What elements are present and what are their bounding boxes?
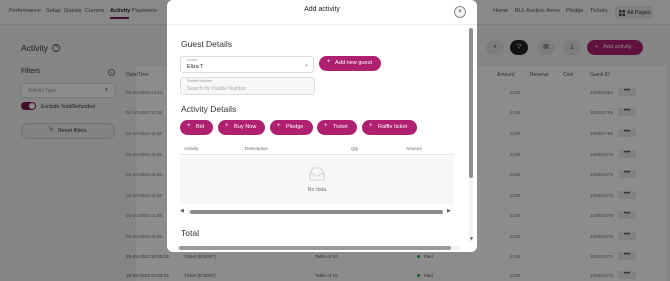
ticket-label: Ticket <box>333 124 348 130</box>
add-ticket-button[interactable]: + Ticket <box>317 120 357 135</box>
plus-icon: + <box>225 123 229 129</box>
add-pledge-button[interactable]: + Pledge <box>270 120 313 135</box>
plus-icon: + <box>369 123 373 129</box>
table-scrollbar-thumb[interactable] <box>190 210 443 214</box>
pledge-label: Pledge <box>286 124 304 130</box>
modal-title: Add activity <box>304 6 340 13</box>
add-raffle-ticket-button[interactable]: + Raffle ticket <box>362 120 417 135</box>
total-heading: Total <box>181 228 199 238</box>
plus-icon: + <box>187 123 191 129</box>
paddle-field-label: Paddle Number <box>187 79 212 83</box>
paddle-number-field[interactable]: Paddle Number Search for Paddle Number <box>180 77 315 95</box>
add-new-guest-label: Add new guest <box>335 60 373 66</box>
column-header-description: Description <box>245 146 268 151</box>
paddle-field-placeholder: Search for Paddle Number <box>187 86 247 92</box>
table-horizontal-scrollbar[interactable] <box>187 210 443 214</box>
guest-field-value: Eliza T <box>187 64 204 70</box>
scroll-right-icon[interactable]: ▶ <box>447 208 451 214</box>
bid-label: Bid <box>196 124 205 130</box>
no-data-label: No data <box>307 187 327 193</box>
empty-table: No data <box>180 156 454 204</box>
buy-now-label: Buy Now <box>234 124 257 130</box>
raffle-ticket-label: Raffle ticket <box>378 124 408 130</box>
plus-icon: + <box>277 123 281 129</box>
column-header-qty: Qty <box>351 146 359 151</box>
scroll-left-icon[interactable]: ◀ <box>180 208 184 214</box>
scroll-down-icon[interactable]: ▼ <box>469 236 474 242</box>
empty-inbox-icon <box>309 167 325 181</box>
activity-details-heading: Activity Details <box>181 104 237 114</box>
guest-field-label: Guest* <box>187 58 198 62</box>
modal-scrollbar-thumb[interactable] <box>469 28 473 178</box>
plus-icon: + <box>327 59 331 65</box>
add-bid-button[interactable]: + Bid <box>180 120 213 135</box>
guest-select[interactable]: Guest* Eliza T ⌄ <box>180 56 314 73</box>
modal-horizontal-scrollbar-thumb[interactable] <box>179 246 451 250</box>
table-divider <box>180 154 454 155</box>
guest-details-heading: Guest Details <box>181 39 233 49</box>
column-header-activity: Activity <box>184 146 199 151</box>
add-buy-now-button[interactable]: + Buy Now <box>218 120 265 135</box>
chevron-down-icon: ⌄ <box>304 62 310 68</box>
modal-divider <box>167 24 477 25</box>
plus-icon: + <box>324 123 328 129</box>
close-icon[interactable]: × <box>454 6 466 18</box>
add-activity-modal: Add activity × Guest Details Guest* Eliz… <box>167 0 477 252</box>
column-header-amount: Amount <box>406 146 422 151</box>
add-new-guest-button[interactable]: + Add new guest <box>319 56 381 71</box>
